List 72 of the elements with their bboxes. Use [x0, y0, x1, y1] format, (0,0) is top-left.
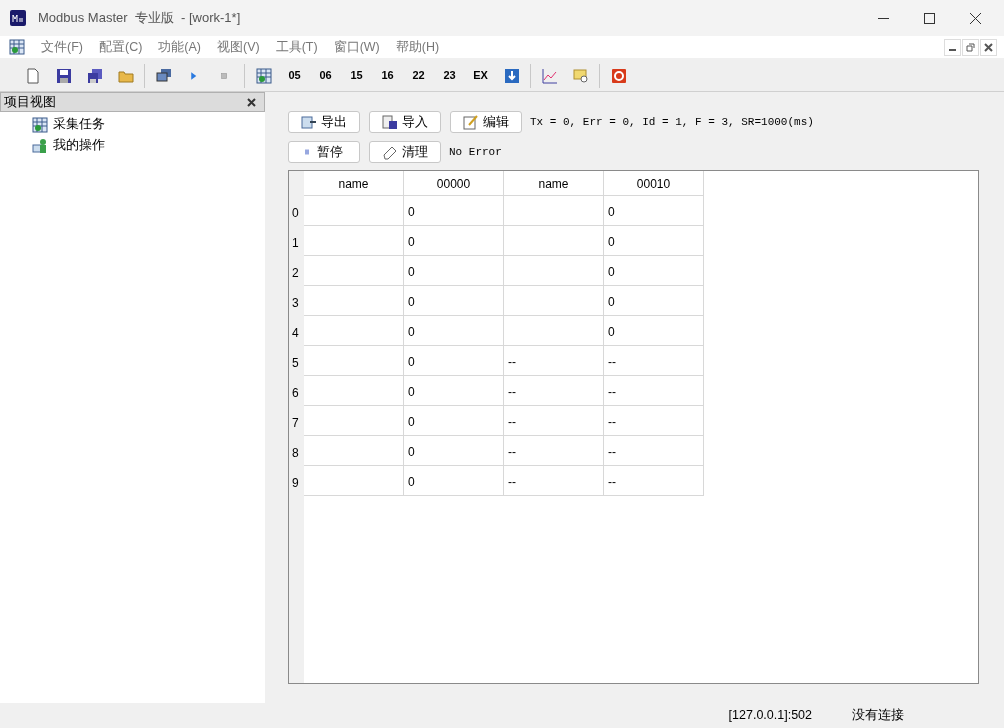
menu-item[interactable]: 帮助(H) — [387, 36, 448, 58]
eraser-icon — [382, 144, 398, 160]
row-header: 0 — [289, 196, 304, 226]
mdi-close-button[interactable] — [980, 38, 997, 56]
table-cell: 0 — [604, 195, 704, 226]
menu-item[interactable]: 工具(T) — [267, 36, 326, 58]
grid-icon — [9, 39, 25, 55]
window-title: Modbus Master 专业版 - [work-1*] — [38, 9, 241, 28]
close-button[interactable] — [244, 95, 258, 109]
record-icon — [610, 67, 627, 84]
user-icon — [32, 137, 48, 154]
row-header: 5 — [289, 346, 304, 376]
close-icon — [984, 42, 993, 52]
save-icon — [55, 67, 72, 84]
column-header: name — [304, 171, 404, 196]
close-icon — [969, 12, 981, 24]
new-file-icon — [24, 67, 41, 84]
mdi-minimize-button[interactable] — [944, 38, 961, 56]
restore-icon — [966, 42, 975, 52]
row-header: 6 — [289, 376, 304, 406]
menu-item[interactable]: 文件(F) — [33, 36, 91, 58]
table-cell: -- — [604, 465, 704, 496]
row-header: 4 — [289, 316, 304, 346]
toolbar-button[interactable]: 23 — [434, 62, 465, 89]
menu-item[interactable]: 配置(C) — [90, 36, 151, 58]
status-text: Tx = 0, Err = 0, Id = 1, F = 3, SR=1000(ms) — [530, 114, 814, 130]
toolbar-button[interactable]: 15 — [341, 62, 372, 89]
save-all-icon — [86, 67, 103, 84]
chart-icon — [541, 67, 558, 84]
action-button[interactable]: 导出 — [288, 111, 360, 133]
action-button[interactable]: 导入 — [369, 111, 441, 133]
table-cell: 0 — [404, 465, 504, 496]
row-header: 3 — [289, 286, 304, 316]
import-icon — [382, 114, 398, 130]
address-text: [127.0.0.1]:502 — [728, 707, 812, 725]
app-logo-icon — [10, 10, 26, 26]
menu-item[interactable]: 功能(A) — [150, 36, 209, 58]
toolbar-button[interactable]: 16 — [372, 62, 403, 89]
row-header: 2 — [289, 256, 304, 286]
column-header: name — [504, 171, 604, 196]
row-header: 7 — [289, 406, 304, 436]
table-cell: -- — [504, 465, 604, 496]
row-header: 1 — [289, 226, 304, 256]
status-text: No Error — [449, 144, 502, 160]
toolbar-button[interactable]: 06 — [310, 62, 341, 89]
tree-item[interactable]: 采集任务 — [32, 114, 265, 135]
column-header: 00000 — [404, 171, 504, 196]
row-header: 9 — [289, 466, 304, 496]
toolbar-button[interactable]: 22 — [403, 62, 434, 89]
table-cell: 0 — [404, 195, 504, 226]
grid-icon — [32, 116, 48, 133]
toolbar-button[interactable]: EX — [465, 62, 496, 89]
action-button[interactable]: 清理 — [369, 141, 441, 163]
computer-icon — [155, 67, 172, 84]
tree-item[interactable]: 我的操作 — [32, 135, 265, 156]
connection-status: 没有连接 — [852, 707, 904, 725]
export-icon — [301, 114, 317, 130]
minimize-icon — [949, 48, 956, 51]
toolbar-button[interactable]: 05 — [279, 62, 310, 89]
table-corner — [289, 171, 304, 196]
maximize-icon — [923, 12, 935, 24]
row-header: 8 — [289, 436, 304, 466]
menu-item[interactable]: 视图(V) — [209, 36, 268, 58]
panel-title: 项目视图 — [4, 93, 57, 112]
menu-item[interactable]: 窗口(W) — [325, 36, 388, 58]
download-icon — [503, 67, 520, 84]
action-button[interactable]: 编辑 — [450, 111, 522, 133]
grid-icon — [255, 67, 272, 84]
action-button[interactable]: 暂停 — [288, 141, 360, 163]
close-icon — [246, 97, 256, 107]
column-header: 00010 — [604, 171, 704, 196]
edit-icon — [463, 114, 479, 130]
